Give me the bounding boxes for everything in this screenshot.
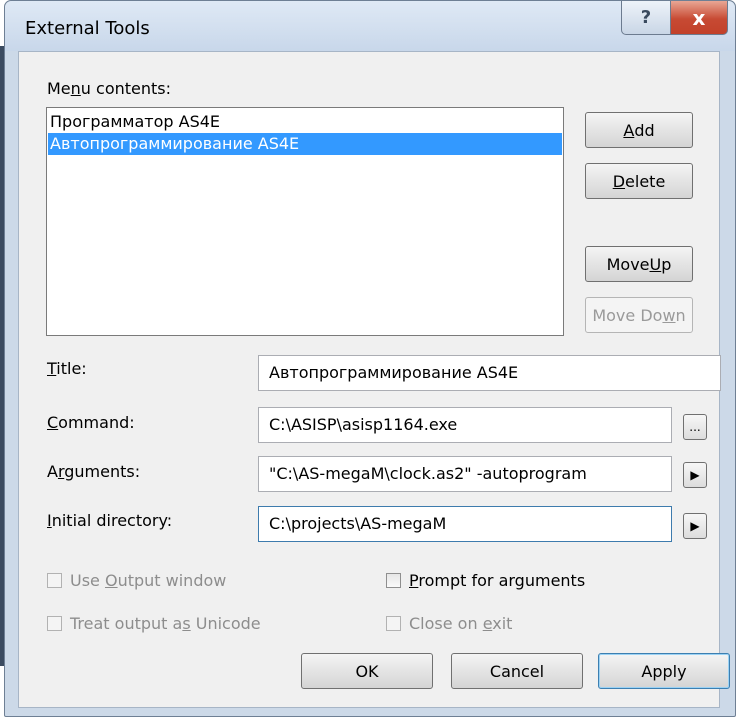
arrow-right-icon: ▶: [690, 468, 700, 482]
help-icon: ?: [640, 7, 652, 28]
close-on-exit-checkbox[interactable]: Close on exit: [386, 614, 512, 633]
arrow-right-icon: ▶: [690, 519, 700, 533]
prompt-for-arguments-label: Prompt for arguments: [409, 571, 586, 590]
checkbox-box[interactable]: [47, 616, 62, 631]
apply-button[interactable]: Apply: [598, 653, 730, 689]
arguments-field[interactable]: "C:\AS-megaM\clock.as2" -autoprogram: [258, 456, 672, 492]
close-on-exit-label: Close on exit: [409, 614, 513, 633]
checkbox-box[interactable]: [386, 573, 401, 588]
arguments-label: Arguments:: [47, 462, 141, 481]
treat-output-unicode-checkbox[interactable]: Treat output as Unicode: [47, 614, 261, 633]
add-button[interactable]: Add: [585, 112, 693, 148]
command-field[interactable]: C:\ASISP\asisp1164.exe: [258, 407, 672, 443]
menu-contents-list[interactable]: Программатор AS4E Автопрограммирование A…: [46, 107, 564, 336]
treat-output-unicode-label: Treat output as Unicode: [70, 614, 261, 633]
directory-menu-button[interactable]: ▶: [683, 513, 707, 539]
delete-button[interactable]: Delete: [585, 163, 693, 199]
checkbox-box[interactable]: [386, 616, 401, 631]
cancel-button[interactable]: Cancel: [451, 653, 583, 689]
checkbox-box[interactable]: [47, 573, 62, 588]
menu-contents-label: Menu contents:: [47, 79, 172, 98]
title-field[interactable]: Автопрограммирование AS4E: [258, 355, 721, 391]
external-tools-dialog: External Tools ? x Menu contents: Програ…: [4, 0, 736, 717]
ok-button[interactable]: OK: [301, 653, 433, 689]
dialog-client-area: Menu contents: Программатор AS4E Автопро…: [18, 51, 730, 708]
list-item-programmer[interactable]: Программатор AS4E: [48, 111, 562, 133]
browse-command-button[interactable]: ...: [683, 414, 707, 440]
ellipsis-icon: ...: [689, 420, 701, 434]
list-item-autoprogramming[interactable]: Автопрограммирование AS4E: [48, 133, 562, 155]
initial-directory-label: Initial directory:: [47, 511, 173, 530]
use-output-window-checkbox[interactable]: Use Output window: [47, 571, 226, 590]
title-bar[interactable]: External Tools ? x: [5, 1, 735, 51]
close-icon: x: [692, 5, 706, 30]
initial-directory-field[interactable]: C:\projects\AS-megaM: [258, 506, 672, 542]
arguments-menu-button[interactable]: ▶: [683, 462, 707, 488]
use-output-window-label: Use Output window: [70, 571, 227, 590]
title-label: Title:: [47, 359, 87, 378]
help-button[interactable]: ?: [621, 1, 671, 35]
move-up-button[interactable]: Move Up: [585, 246, 693, 282]
command-label: Command:: [47, 413, 135, 432]
window-title: External Tools: [25, 18, 150, 39]
close-button[interactable]: x: [670, 1, 728, 35]
move-down-button[interactable]: Move Do w n: [585, 297, 693, 333]
prompt-for-arguments-checkbox[interactable]: Prompt for arguments: [386, 571, 585, 590]
